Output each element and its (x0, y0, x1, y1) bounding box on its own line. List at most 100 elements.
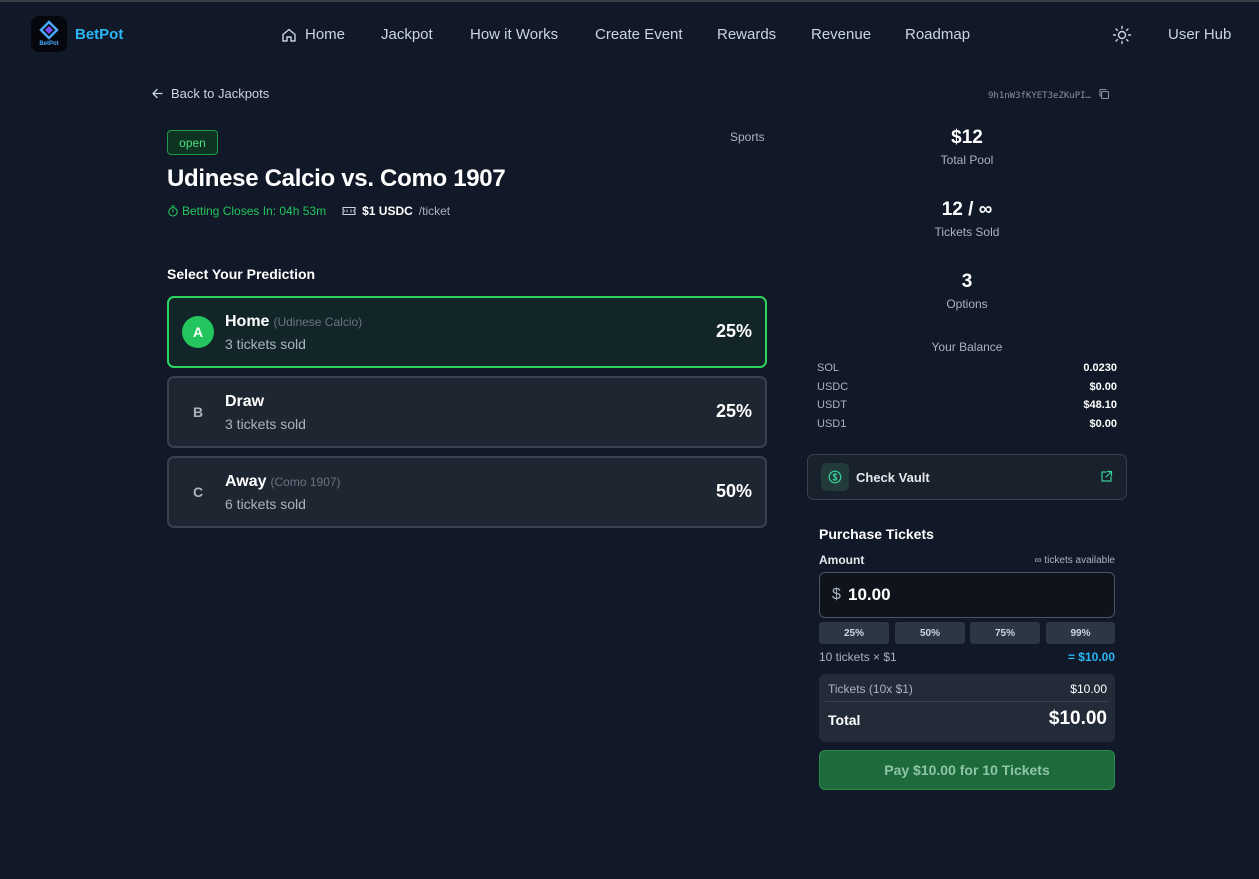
prediction-heading: Select Your Prediction (167, 266, 316, 282)
percent-25-button[interactable]: 25% (819, 622, 889, 644)
balance-row-usdc: USDC $0.00 (817, 381, 1117, 393)
option-letter: C (192, 484, 204, 500)
check-vault-button[interactable]: Check Vault (807, 454, 1127, 500)
options-label: Options (946, 297, 988, 311)
option-name: Draw (225, 393, 264, 411)
option-percentage: 25% (715, 401, 752, 421)
percent-99-button[interactable]: 99% (1046, 622, 1115, 644)
option-name-text: Draw (225, 393, 265, 410)
percent-75-button[interactable]: 75% (970, 622, 1040, 644)
amount-field: $ (819, 572, 1115, 618)
nav-how-it-works[interactable]: How it Works (470, 26, 558, 43)
dollar-coin-icon (828, 470, 842, 484)
user-hub-link[interactable]: User Hub (1168, 26, 1231, 43)
ticket-calculation: 10 tickets × $1 (819, 650, 897, 664)
prediction-option-home[interactable]: A Home (Udinese Calcio) 3 tickets sold 25… (167, 296, 767, 368)
price-value: $1 USDC (362, 204, 413, 218)
balance-row-usdt: USDT $48.10 (817, 399, 1117, 411)
home-icon (282, 28, 296, 42)
tickets-sold-value: 12 / ∞ (941, 199, 993, 220)
countdown-text: Betting Closes In: 04h 53m (182, 204, 327, 218)
logo-icon (39, 20, 59, 40)
copy-icon (1099, 88, 1110, 100)
total-pool-value: $12 (951, 127, 983, 148)
tickets-available: ∞ tickets available (1034, 555, 1116, 566)
nav-roadmap[interactable]: Roadmap (905, 26, 970, 43)
option-name: Home (Udinese Calcio) (225, 313, 362, 331)
total-pool-stat: $12 Total Pool (867, 127, 1067, 167)
option-percentage: 25% (715, 321, 752, 341)
check-vault-label: Check Vault (856, 470, 930, 485)
order-summary: Tickets (10x $1) $10.00 Total $10.00 (819, 674, 1115, 742)
brand-name[interactable]: BetPot (75, 26, 123, 43)
top-navbar: BetPot BetPot Home Jackpot How it Works … (0, 2, 1259, 66)
option-subtitle: (Udinese Calcio) (273, 315, 363, 329)
nav-revenue[interactable]: Revenue (811, 26, 871, 43)
option-tickets: 3 tickets sold (225, 336, 306, 352)
nav-home-label: Home (305, 26, 346, 43)
ticket-price: $1 USDC (342, 204, 413, 218)
balance-token: SOL (817, 362, 840, 374)
option-tickets: 3 tickets sold (225, 416, 306, 432)
balance-amount: 0.0230 (1083, 362, 1117, 374)
options-value: 3 (961, 271, 973, 292)
balance-heading: Your Balance (931, 340, 1003, 354)
option-tickets: 6 tickets sold (225, 496, 306, 512)
app-logo[interactable]: BetPot (31, 16, 67, 52)
event-meta: Betting Closes In: 04h 53m $1 USDC /tick… (167, 204, 450, 218)
timer-icon (168, 205, 178, 217)
status-badge: open (167, 130, 218, 155)
event-category: Sports (730, 130, 765, 144)
tickets-sold-label: Tickets Sold (934, 225, 1000, 239)
option-percentage: 50% (715, 481, 752, 501)
arrow-left-icon (152, 88, 163, 99)
purchase-heading: Purchase Tickets (819, 526, 934, 542)
balance-row-sol: SOL 0.0230 (817, 362, 1117, 374)
logo-text: BetPot (39, 41, 59, 47)
options-stat: 3 Options (867, 271, 1067, 311)
balance-token: USDT (817, 399, 847, 411)
balance-row-usd1: USD1 $0.00 (817, 418, 1117, 430)
theme-toggle-button[interactable] (1112, 25, 1132, 50)
copy-address-button[interactable] (1098, 88, 1110, 103)
nav-rewards[interactable]: Rewards (717, 26, 776, 43)
pay-button[interactable]: Pay $10.00 for 10 Tickets (819, 750, 1115, 790)
option-letter: B (192, 404, 204, 420)
back-to-jackpots-link[interactable]: Back to Jackpots (151, 86, 269, 101)
option-name-text: Home (225, 313, 270, 330)
option-name-text: Away (225, 473, 267, 490)
external-link-icon (1100, 470, 1113, 488)
balance-token: USD1 (817, 418, 847, 430)
nav-create-event[interactable]: Create Event (595, 26, 683, 43)
betting-countdown: Betting Closes In: 04h 53m (167, 204, 326, 218)
currency-symbol: $ (832, 586, 841, 603)
vault-icon-box (821, 463, 849, 491)
balance-amount: $48.10 (1083, 399, 1117, 411)
summary-line-value: $10.00 (1070, 682, 1107, 696)
option-letter: A (182, 316, 214, 348)
option-subtitle: (Como 1907) (270, 475, 341, 489)
total-pool-label: Total Pool (940, 153, 994, 167)
ticket-icon (342, 206, 356, 216)
balance-token: USDC (817, 381, 849, 393)
nav-jackpot[interactable]: Jackpot (381, 26, 433, 43)
price-unit: /ticket (418, 204, 451, 218)
tickets-sold-stat: 12 / ∞ Tickets Sold (867, 199, 1067, 239)
address-text: 9h1nW3fKYET3eZKuPI… (988, 90, 1091, 101)
sun-icon (1112, 25, 1132, 45)
prediction-option-away[interactable]: C Away (Como 1907) 6 tickets sold 50% (167, 456, 767, 528)
amount-label: Amount (819, 553, 865, 567)
percent-50-button[interactable]: 50% (895, 622, 965, 644)
balance-amount: $0.00 (1089, 381, 1117, 393)
summary-line-label: Tickets (10x $1) (828, 682, 913, 696)
total-label: Total (828, 712, 861, 728)
amount-input[interactable] (848, 573, 1108, 617)
back-label: Back to Jackpots (171, 86, 270, 101)
balance-amount: $0.00 (1089, 418, 1117, 430)
event-title: Udinese Calcio vs. Como 1907 (167, 165, 506, 192)
option-name: Away (Como 1907) (225, 473, 341, 491)
calculation-result: = $10.00 (1067, 650, 1115, 664)
total-value: $10.00 (1048, 708, 1107, 729)
prediction-option-draw[interactable]: B Draw 3 tickets sold 25% (167, 376, 767, 448)
nav-home[interactable]: Home (281, 26, 345, 43)
